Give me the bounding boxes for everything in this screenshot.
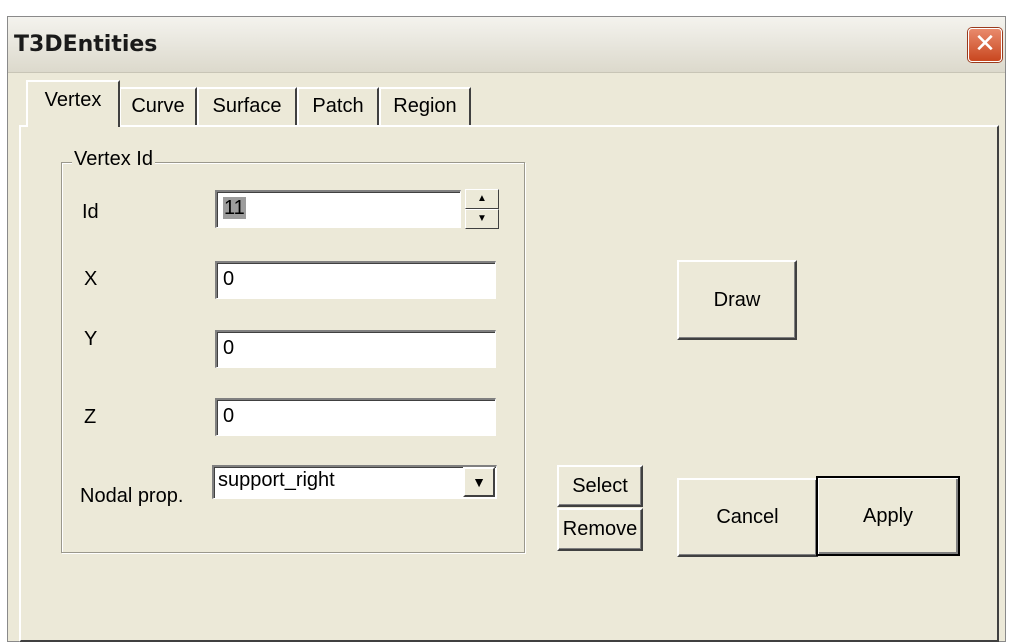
apply-button[interactable]: Apply — [816, 476, 960, 556]
close-icon[interactable]: ✕ — [968, 28, 1002, 62]
y-input[interactable]: 0 — [215, 330, 496, 368]
select-button[interactable]: Select — [557, 465, 643, 507]
x-label: X — [84, 268, 98, 290]
spin-down-icon[interactable]: ▼ — [465, 209, 499, 229]
tab-vertex[interactable]: Vertex — [26, 80, 120, 127]
id-spinner[interactable]: ▲ ▼ — [465, 189, 499, 229]
tab-region[interactable]: Region — [379, 87, 471, 125]
draw-button[interactable]: Draw — [677, 260, 797, 340]
cancel-button[interactable]: Cancel — [677, 478, 818, 557]
window-title: T3DEntities — [14, 32, 158, 57]
id-value: 11 — [223, 197, 246, 219]
z-label: Z — [84, 406, 97, 428]
y-label: Y — [84, 328, 98, 350]
tab-curve[interactable]: Curve — [119, 87, 197, 125]
chevron-down-icon[interactable]: ▼ — [463, 467, 495, 497]
id-label: Id — [82, 201, 99, 223]
title-bar: T3DEntities ✕ — [8, 17, 1005, 73]
x-input[interactable]: 0 — [215, 261, 496, 299]
id-input[interactable]: 11 — [215, 190, 461, 228]
vertex-id-group-label: Vertex Id — [72, 148, 155, 171]
tab-surface[interactable]: Surface — [197, 87, 297, 125]
tab-patch[interactable]: Patch — [297, 87, 379, 125]
z-input[interactable]: 0 — [215, 398, 496, 436]
remove-button[interactable]: Remove — [557, 508, 643, 551]
nodal-prop-select[interactable]: support_right — [212, 465, 497, 499]
nodal-prop-label: Nodal prop. — [80, 485, 184, 507]
spin-up-icon[interactable]: ▲ — [465, 189, 499, 209]
